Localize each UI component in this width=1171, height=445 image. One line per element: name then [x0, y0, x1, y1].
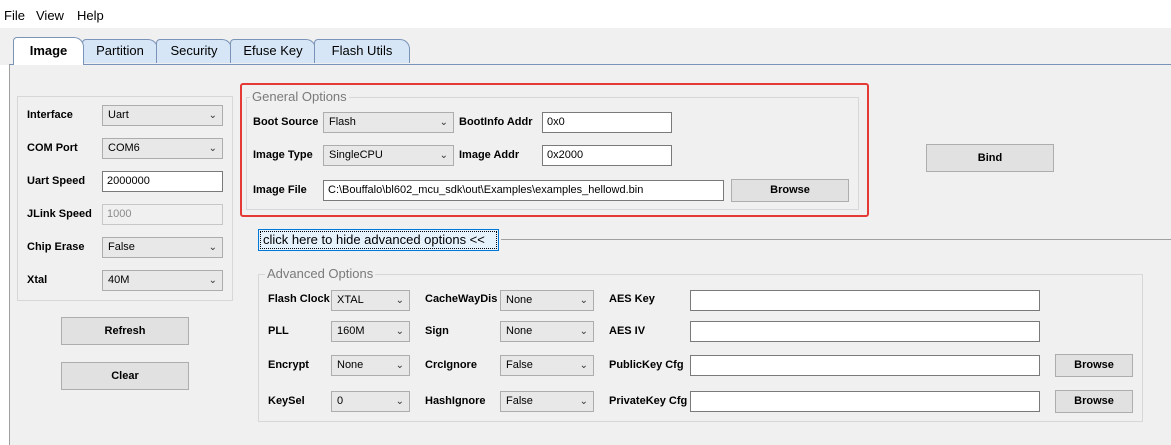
jlink-speed-label: JLink Speed [27, 208, 92, 220]
keysel-select[interactable]: 0 ⌄ [331, 391, 410, 412]
tab-efuse-key[interactable]: Efuse Key [230, 39, 316, 63]
image-type-select[interactable]: SingleCPU ⌄ [323, 145, 454, 166]
aes-key-field[interactable] [690, 290, 1040, 311]
xtal-label: Xtal [27, 274, 48, 286]
hashignore-label: HashIgnore [425, 395, 486, 407]
flash-clock-select[interactable]: XTAL ⌄ [331, 290, 410, 311]
image-type-label: Image Type [253, 149, 313, 161]
tab-partition[interactable]: Partition [82, 39, 158, 63]
privatekey-cfg-field[interactable] [690, 391, 1040, 412]
crcignore-value: False [506, 359, 533, 371]
menu-bar: File View Help [0, 0, 1171, 28]
cachewaydis-label: CacheWayDis [425, 293, 498, 305]
uart-speed-label: Uart Speed [27, 175, 86, 187]
chip-erase-label: Chip Erase [27, 241, 85, 253]
publickey-cfg-field[interactable] [690, 355, 1040, 376]
image-file-label: Image File [253, 184, 307, 196]
sign-value: None [506, 325, 533, 337]
separator-line [501, 239, 1171, 240]
sign-select[interactable]: None ⌄ [500, 321, 594, 342]
image-type-value: SingleCPU [329, 149, 383, 161]
publickey-cfg-label: PublicKey Cfg [609, 359, 684, 371]
crcignore-label: CrcIgnore [425, 359, 477, 371]
sign-label: Sign [425, 325, 449, 337]
pll-value: 160M [337, 325, 365, 337]
crcignore-select[interactable]: False ⌄ [500, 355, 594, 376]
image-file-field[interactable]: C:\Bouffalo\bl602_mcu_sdk\out\Examples\e… [323, 180, 724, 201]
chip-erase-value: False [108, 241, 135, 253]
interface-value: Uart [108, 109, 129, 121]
advanced-options-title: Advanced Options [265, 266, 376, 281]
menu-help[interactable]: Help [77, 8, 104, 23]
chevron-down-icon: ⌄ [579, 360, 588, 371]
bind-button[interactable]: Bind [926, 144, 1054, 172]
menu-view[interactable]: View [36, 8, 64, 23]
refresh-button[interactable]: Refresh [61, 317, 189, 345]
privatekey-cfg-label: PrivateKey Cfg [609, 395, 688, 407]
com-port-label: COM Port [27, 142, 78, 154]
flash-clock-value: XTAL [337, 294, 364, 306]
toggle-advanced-label: click here to hide advanced options << [263, 232, 485, 247]
privatekey-browse-button[interactable]: Browse [1055, 390, 1133, 413]
bootinfo-addr-field[interactable]: 0x0 [542, 112, 672, 133]
boot-source-value: Flash [329, 116, 356, 128]
aes-iv-field[interactable] [690, 321, 1040, 342]
jlink-speed-field: 1000 [102, 204, 223, 225]
encrypt-select[interactable]: None ⌄ [331, 355, 410, 376]
image-addr-field[interactable]: 0x2000 [542, 145, 672, 166]
chevron-down-icon: ⌄ [395, 295, 404, 306]
boot-source-label: Boot Source [253, 116, 319, 128]
cachewaydis-value: None [506, 294, 533, 306]
chevron-down-icon: ⌄ [439, 117, 448, 128]
chip-erase-select[interactable]: False ⌄ [102, 237, 223, 258]
bootinfo-addr-label: BootInfo Addr [459, 116, 533, 128]
hashignore-value: False [506, 395, 533, 407]
toggle-advanced-button[interactable]: click here to hide advanced options << [258, 229, 499, 251]
keysel-value: 0 [337, 395, 344, 407]
chevron-down-icon: ⌄ [208, 242, 217, 253]
tab-image[interactable]: Image [13, 37, 84, 65]
chevron-down-icon: ⌄ [208, 110, 217, 121]
image-browse-button[interactable]: Browse [731, 179, 849, 202]
xtal-select[interactable]: 40M ⌄ [102, 270, 223, 291]
chevron-down-icon: ⌄ [208, 275, 217, 286]
chevron-down-icon: ⌄ [395, 326, 404, 337]
com-port-select[interactable]: COM6 ⌄ [102, 138, 223, 159]
chevron-down-icon: ⌄ [439, 150, 448, 161]
pll-select[interactable]: 160M ⌄ [331, 321, 410, 342]
chevron-down-icon: ⌄ [395, 396, 404, 407]
interface-select[interactable]: Uart ⌄ [102, 105, 223, 126]
com-port-value: COM6 [108, 142, 140, 154]
flash-clock-label: Flash Clock [268, 293, 330, 305]
clear-button[interactable]: Clear [61, 362, 189, 390]
aes-key-label: AES Key [609, 293, 655, 305]
chevron-down-icon: ⌄ [579, 396, 588, 407]
menu-file[interactable]: File [4, 8, 25, 23]
publickey-browse-button[interactable]: Browse [1055, 354, 1133, 377]
chevron-down-icon: ⌄ [395, 360, 404, 371]
keysel-label: KeySel [268, 395, 305, 407]
chevron-down-icon: ⌄ [579, 326, 588, 337]
cachewaydis-select[interactable]: None ⌄ [500, 290, 594, 311]
chevron-down-icon: ⌄ [579, 295, 588, 306]
pll-label: PLL [268, 325, 289, 337]
hashignore-select[interactable]: False ⌄ [500, 391, 594, 412]
encrypt-value: None [337, 359, 364, 371]
interface-label: Interface [27, 109, 73, 121]
chevron-down-icon: ⌄ [208, 143, 217, 154]
xtal-value: 40M [108, 274, 130, 286]
uart-speed-field[interactable]: 2000000 [102, 171, 223, 192]
image-addr-label: Image Addr [459, 149, 520, 161]
tab-security[interactable]: Security [156, 39, 232, 63]
tab-flash-utils[interactable]: Flash Utils [314, 39, 410, 63]
boot-source-select[interactable]: Flash ⌄ [323, 112, 454, 133]
aes-iv-label: AES IV [609, 325, 646, 337]
encrypt-label: Encrypt [268, 359, 309, 371]
